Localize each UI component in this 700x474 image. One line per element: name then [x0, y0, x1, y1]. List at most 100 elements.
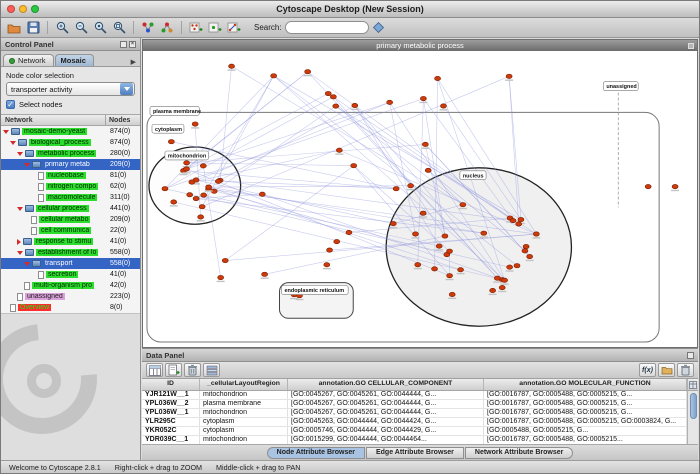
column-header[interactable]: annotation.GO CELLULAR_COMPONENT — [288, 379, 484, 390]
table-row[interactable]: YPL036W__1mitochondrion[GO:0045267, GO:0… — [142, 409, 687, 418]
select-nodes-checkbox[interactable]: ✓ — [6, 100, 15, 109]
collapse-arrow-icon[interactable] — [17, 239, 21, 245]
network-node[interactable] — [193, 196, 199, 200]
close-panel-icon[interactable]: × — [129, 41, 136, 48]
tree-item[interactable]: primary metab209(0) — [1, 159, 140, 170]
network-graph[interactable]: plasma membranecytoplasmmitochondrionnuc… — [143, 51, 697, 347]
save-session-icon[interactable] — [24, 19, 42, 36]
network-node[interactable] — [420, 211, 426, 215]
expand-arrow-icon[interactable] — [17, 251, 23, 255]
tree-item[interactable]: cell communica22(0) — [1, 225, 140, 236]
network-node[interactable] — [352, 103, 358, 107]
network-edge[interactable] — [192, 102, 390, 182]
tree-item[interactable]: macromolecule311(0) — [1, 192, 140, 203]
network-edge[interactable] — [187, 144, 426, 162]
tree-item[interactable]: nitrogen compo62(0) — [1, 181, 140, 192]
tab-node-attribute-browser[interactable]: Node Attribute Browser — [267, 447, 365, 459]
network-node[interactable] — [490, 288, 496, 292]
select-attributes-icon[interactable] — [146, 363, 163, 377]
column-header[interactable]: annotation.GO MOLECULAR_FUNCTION — [484, 379, 687, 390]
network-node[interactable] — [514, 264, 520, 268]
network-node[interactable] — [425, 168, 431, 172]
open-session-icon[interactable] — [5, 19, 23, 36]
expand-arrow-icon[interactable] — [24, 163, 30, 167]
table-row[interactable]: YDR039C__1mitochondrion[GO:0015299, GO:0… — [142, 436, 687, 444]
network-node[interactable] — [393, 187, 399, 191]
tree-item[interactable]: response to stimu41(0) — [1, 236, 140, 247]
import-attributes-icon[interactable] — [658, 363, 675, 377]
create-attribute-icon[interactable] — [165, 363, 182, 377]
network-node[interactable] — [449, 292, 455, 296]
window-titlebar[interactable]: Cytoscape Desktop (New Session) — [1, 1, 699, 18]
network-node[interactable] — [198, 215, 204, 219]
vizmapper-icon[interactable] — [370, 19, 388, 36]
tab-scroll-right-icon[interactable]: ▶ — [129, 58, 138, 66]
network-node[interactable] — [168, 140, 174, 144]
tree-item[interactable]: unassigned223(0) — [1, 291, 140, 302]
tree-item[interactable]: biological_process874(0) — [1, 137, 140, 148]
float-data-panel-icon[interactable] — [687, 352, 694, 359]
tree-column-network[interactable]: Network — [1, 115, 106, 125]
network-node[interactable] — [162, 187, 168, 191]
search-input[interactable] — [285, 21, 369, 34]
table-row[interactable]: YPL036W__2plasma membrane[GO:0045267, GO… — [142, 400, 687, 409]
tree-item[interactable]: transport558(0) — [1, 258, 140, 269]
zoom-out-icon[interactable] — [72, 19, 90, 36]
network-edge[interactable] — [336, 106, 463, 205]
show-all-icon[interactable] — [158, 19, 176, 36]
tab-mosaic[interactable]: Mosaic — [55, 54, 94, 66]
network-node[interactable] — [199, 205, 205, 209]
add-node-icon[interactable] — [206, 19, 224, 36]
network-node[interactable] — [262, 272, 268, 276]
network-edge[interactable] — [218, 105, 354, 181]
network-node[interactable] — [215, 179, 221, 183]
expand-arrow-icon[interactable] — [24, 262, 30, 266]
tree-item[interactable]: establishment of lo558(0) — [1, 247, 140, 258]
network-node[interactable] — [481, 231, 487, 235]
network-node[interactable] — [218, 275, 224, 279]
network-node[interactable] — [447, 249, 453, 253]
delete-attribute-icon[interactable] — [184, 363, 201, 377]
tab-network-attribute-browser[interactable]: Network Attribute Browser — [465, 447, 573, 459]
network-node[interactable] — [271, 74, 277, 78]
tree-item[interactable]: mosaic-demo-yeast874(0) — [1, 126, 140, 137]
network-node[interactable] — [387, 100, 393, 104]
network-node[interactable] — [351, 164, 357, 168]
network-edge[interactable] — [274, 76, 521, 220]
tree-item[interactable]: cellular process441(0) — [1, 203, 140, 214]
float-panel-icon[interactable] — [120, 41, 127, 48]
network-node[interactable] — [436, 244, 442, 248]
tree-item[interactable]: cellular metabo209(0) — [1, 214, 140, 225]
table-row[interactable]: YKR052Ccytoplasm[GO:0005746, GO:0044444,… — [142, 427, 687, 436]
network-node[interactable] — [192, 122, 198, 126]
scrollbar-thumb[interactable] — [690, 393, 697, 419]
network-node[interactable] — [447, 273, 453, 277]
network-node[interactable] — [187, 193, 193, 197]
minimize-window-button[interactable] — [19, 5, 27, 13]
tab-network[interactable]: Network — [3, 54, 54, 66]
column-options-icon[interactable] — [688, 379, 698, 391]
network-node[interactable] — [502, 278, 508, 282]
table-row[interactable]: YLR295Ccytoplasm[GO:0045263, GO:0044444,… — [142, 418, 687, 427]
network-node[interactable] — [645, 184, 651, 188]
network-node[interactable] — [324, 263, 330, 267]
network-node[interactable] — [327, 248, 333, 252]
network-node[interactable] — [422, 142, 428, 146]
zoom-in-icon[interactable] — [53, 19, 71, 36]
network-node[interactable] — [527, 254, 533, 258]
network-node[interactable] — [510, 218, 516, 222]
zoom-selected-icon[interactable] — [91, 19, 109, 36]
network-node[interactable] — [420, 96, 426, 100]
tree-item[interactable]: metabolic process280(0) — [1, 148, 140, 159]
network-node[interactable] — [336, 148, 342, 152]
network-node[interactable] — [507, 265, 513, 269]
tree-column-nodes[interactable]: Nodes — [106, 117, 140, 124]
network-canvas[interactable]: plasma membranecytoplasmmitochondrionnuc… — [143, 51, 697, 347]
network-node[interactable] — [201, 193, 207, 197]
maximize-window-button[interactable] — [31, 5, 39, 13]
color-attribute-dropdown[interactable]: transporter activity — [6, 82, 135, 96]
network-node[interactable] — [672, 184, 678, 188]
network-node[interactable] — [305, 70, 311, 74]
expand-arrow-icon[interactable] — [17, 207, 23, 211]
network-node[interactable] — [189, 180, 195, 184]
